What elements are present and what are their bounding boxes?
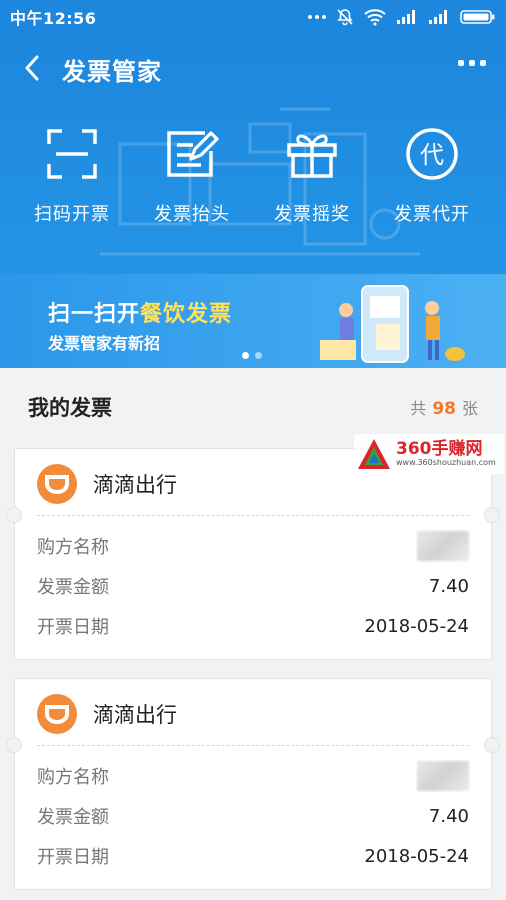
tool-scan-invoice[interactable]: 扫码开票 — [12, 126, 132, 226]
battery-icon — [460, 10, 495, 24]
buyer-name-redacted — [417, 531, 469, 561]
watermark-name: 360手赚网 — [396, 439, 483, 459]
card-divider — [37, 515, 469, 516]
buyer-name-redacted — [417, 761, 469, 791]
didi-logo-icon — [37, 694, 77, 734]
tool-label: 发票抬头 — [154, 204, 230, 225]
banner-pager — [242, 352, 262, 359]
promo-banner[interactable]: 扫一扫开餐饮发票 发票管家有新招 — [0, 274, 506, 368]
invoice-card[interactable]: 滴滴出行 购方名称 发票金额 7.40 开票日期 2018-05-24 — [6, 448, 500, 660]
vendor-name: 滴滴出行 — [93, 473, 177, 497]
amount-label: 发票金额 — [37, 807, 109, 828]
vendor-name: 滴滴出行 — [93, 703, 177, 727]
wifi-icon — [364, 9, 386, 26]
mute-icon — [337, 9, 353, 26]
watermark-triangle-icon — [358, 439, 390, 469]
tool-label: 扫码开票 — [34, 204, 110, 225]
date-row: 开票日期 2018-05-24 — [37, 611, 469, 641]
card-divider — [37, 745, 469, 746]
page-title: 发票管家 — [62, 58, 162, 86]
invoice-card[interactable]: 滴滴出行 购方名称 发票金额 7.40 开票日期 2018-05-24 — [6, 678, 500, 890]
banner-headline-highlight: 餐饮发票 — [140, 302, 233, 327]
status-bar: 中午12:56 — [0, 0, 506, 34]
signal-icon — [397, 10, 415, 24]
tool-invoice-lottery[interactable]: 发票摇奖 — [252, 126, 372, 226]
signal-icon-2 — [429, 10, 447, 24]
didi-logo-icon — [37, 464, 77, 504]
section-title: 我的发票 — [28, 396, 112, 420]
count-suffix: 张 — [461, 399, 478, 418]
count-number: 98 — [432, 399, 456, 419]
tool-invoice-header[interactable]: 发票抬头 — [132, 126, 252, 226]
invoice-count: 共 98 张 — [410, 395, 478, 419]
watermark-url: www.360shouzhuan.com — [396, 458, 496, 467]
card-notch — [6, 507, 22, 523]
dai-glyph: 代 — [420, 141, 444, 169]
amount-row: 发票金额 7.40 — [37, 801, 469, 831]
card-notch — [6, 737, 22, 753]
watermark-logo: 360手赚网 www.360shouzhuan.com — [354, 434, 504, 474]
date-label: 开票日期 — [37, 617, 109, 638]
date-row: 开票日期 2018-05-24 — [37, 841, 469, 871]
app-header: 发票管家 扫码开票 发票抬头 发票摇奖 代 发票代开 — [0, 34, 506, 274]
banner-headline-prefix: 扫一扫开 — [48, 302, 141, 327]
buyer-row: 购方名称 — [37, 531, 469, 561]
amount-value: 7.40 — [428, 805, 469, 827]
back-button[interactable] — [18, 54, 46, 82]
gift-icon — [287, 134, 337, 178]
amount-row: 发票金额 7.40 — [37, 571, 469, 601]
tool-label: 发票代开 — [394, 204, 470, 225]
banner-illustration — [320, 285, 465, 363]
card-notch — [484, 737, 500, 753]
more-notifications-icon — [308, 15, 326, 19]
tool-bar: 扫码开票 发票抬头 发票摇奖 代 发票代开 — [0, 126, 506, 226]
date-value: 2018-05-24 — [364, 845, 469, 867]
amount-label: 发票金额 — [37, 577, 109, 598]
dai-icon: 代 — [406, 128, 458, 180]
date-label: 开票日期 — [37, 847, 109, 868]
tool-invoice-proxy[interactable]: 代 发票代开 — [372, 126, 492, 226]
back-arrow-icon — [25, 55, 39, 81]
buyer-label: 购方名称 — [37, 537, 109, 558]
banner-headline: 扫一扫开餐饮发票 — [48, 296, 232, 328]
buyer-row: 购方名称 — [37, 761, 469, 791]
date-value: 2018-05-24 — [364, 615, 469, 637]
banner-subtitle: 发票管家有新招 — [48, 334, 161, 353]
count-prefix: 共 — [410, 399, 427, 418]
more-menu-button[interactable] — [458, 60, 486, 66]
scan-icon — [47, 129, 97, 179]
card-notch — [484, 507, 500, 523]
edit-icon — [167, 131, 219, 177]
status-time: 中午12:56 — [10, 9, 97, 28]
buyer-label: 购方名称 — [37, 767, 109, 788]
tool-label: 发票摇奖 — [274, 204, 350, 225]
amount-value: 7.40 — [428, 575, 469, 597]
